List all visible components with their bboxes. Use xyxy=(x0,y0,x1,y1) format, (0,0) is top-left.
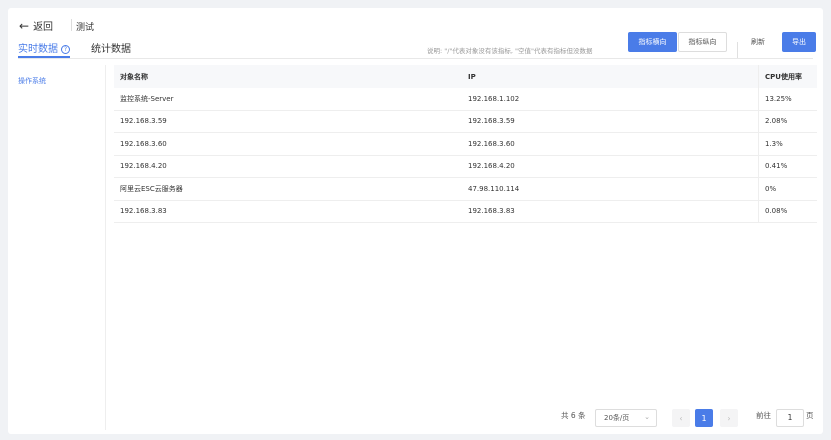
sidebar-divider xyxy=(105,65,106,430)
cell-name: 192.168.4.20 xyxy=(120,162,167,171)
cell-name: 192.168.3.60 xyxy=(120,139,167,148)
main-card: ← 返回 测试 实时数据? 统计数据 说明: "/"代表对象没有该指标, "空值… xyxy=(8,8,823,434)
arrow-left-icon: ← xyxy=(19,18,30,33)
toolbar-divider xyxy=(737,42,738,58)
cell-cpu: 1.3% xyxy=(758,133,817,155)
cell-cpu: 0% xyxy=(758,178,817,200)
tab-realtime[interactable]: 实时数据? xyxy=(18,40,70,55)
cell-name: 192.168.3.83 xyxy=(120,207,167,216)
table-row[interactable]: 192.168.3.59 192.168.3.59 2.08% xyxy=(114,110,817,133)
cell-cpu: 2.08% xyxy=(758,110,817,132)
column-header-name[interactable]: 对象名称 xyxy=(114,72,462,82)
table-header: 对象名称 IP CPU使用率 xyxy=(114,65,817,88)
goto-page-input[interactable]: 1 xyxy=(776,409,804,427)
chevron-down-icon: ⌄ xyxy=(644,413,650,421)
table-row[interactable]: 阿里云ESC云服务器 47.98.110.114 0% xyxy=(114,178,817,201)
header-divider xyxy=(71,19,72,31)
pagination-total: 共 6 条 xyxy=(561,411,586,420)
cell-cpu: 0.08% xyxy=(758,200,817,222)
cell-ip: 192.168.1.102 xyxy=(468,94,520,103)
back-label: 返回 xyxy=(33,22,54,33)
export-button[interactable]: 导出 xyxy=(782,32,816,52)
goto-suffix-label: 页 xyxy=(806,411,814,420)
page-size-select[interactable]: 20条/页 ⌄ xyxy=(595,409,657,427)
vertical-metrics-button[interactable]: 指标纵向 xyxy=(678,32,727,52)
tab-label: 实时数据 xyxy=(18,44,58,55)
chevron-right-icon: › xyxy=(727,413,731,423)
cell-ip: 47.98.110.114 xyxy=(468,184,520,193)
prev-page-button[interactable]: ‹ xyxy=(672,409,690,427)
goto-prefix-label: 前往 xyxy=(756,411,771,420)
page-size-value: 20条/页 xyxy=(604,414,630,422)
back-button[interactable]: ← 返回 xyxy=(19,18,54,34)
horizontal-metrics-button[interactable]: 指标横向 xyxy=(628,32,677,52)
help-icon[interactable]: ? xyxy=(61,45,70,54)
table-row[interactable]: 192.168.3.83 192.168.3.83 0.08% xyxy=(114,200,817,223)
refresh-button[interactable]: 刷新 xyxy=(745,32,771,52)
chevron-left-icon: ‹ xyxy=(679,413,683,423)
column-header-ip[interactable]: IP xyxy=(462,73,758,81)
data-table: 对象名称 IP CPU使用率 监控系统-Server 192.168.1.102… xyxy=(114,65,817,223)
next-page-button[interactable]: › xyxy=(720,409,738,427)
page-number-1[interactable]: 1 xyxy=(695,409,713,427)
cell-name: 192.168.3.59 xyxy=(120,117,167,126)
cell-cpu: 0.41% xyxy=(758,155,817,177)
table-row[interactable]: 192.168.3.60 192.168.3.60 1.3% xyxy=(114,133,817,156)
cell-ip: 192.168.3.60 xyxy=(468,139,515,148)
tabs-divider xyxy=(18,58,813,59)
legend-note: 说明: "/"代表对象没有该指标, "空值"代表有指标但没数据 xyxy=(427,47,593,55)
page-title: 测试 xyxy=(76,23,95,33)
sidebar-item-os[interactable]: 操作系统 xyxy=(18,76,46,86)
cell-ip: 192.168.3.59 xyxy=(468,117,515,126)
cell-ip: 192.168.4.20 xyxy=(468,162,515,171)
cell-name: 阿里云ESC云服务器 xyxy=(120,184,183,193)
table-row[interactable]: 192.168.4.20 192.168.4.20 0.41% xyxy=(114,155,817,178)
tab-statistics[interactable]: 统计数据 xyxy=(91,40,131,55)
table-row[interactable]: 监控系统-Server 192.168.1.102 13.25% xyxy=(114,88,817,111)
cell-name: 监控系统-Server xyxy=(120,94,174,103)
cell-ip: 192.168.3.83 xyxy=(468,207,515,216)
cell-cpu: 13.25% xyxy=(758,88,817,110)
column-header-cpu[interactable]: CPU使用率 xyxy=(758,65,817,88)
